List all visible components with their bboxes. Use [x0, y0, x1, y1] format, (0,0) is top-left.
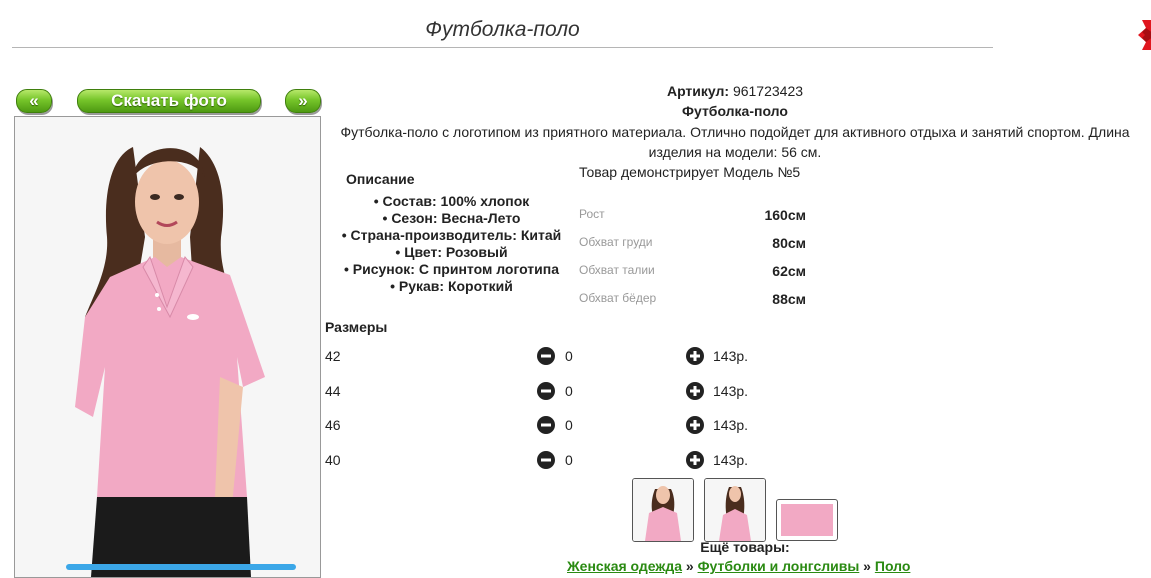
title-divider: [12, 47, 993, 48]
size-label: 42: [325, 348, 341, 364]
crumb-tshirts-longsleeves[interactable]: Футболки и лонгсливы: [698, 558, 860, 574]
minus-circle-icon[interactable]: [537, 382, 555, 400]
prev-photo-button[interactable]: «: [16, 89, 52, 113]
detail-item: • Цвет: Розовый: [395, 244, 508, 260]
more-products-title: Ещё товары:: [700, 539, 790, 555]
thumbnail-image: [633, 479, 693, 541]
crumb-polo[interactable]: Поло: [875, 558, 911, 574]
quantity-value: 0: [565, 452, 573, 468]
page-title: Футболка-поло: [425, 18, 580, 41]
minus-circle-icon[interactable]: [537, 347, 555, 365]
size-price: 143р.: [713, 383, 749, 399]
detail-item: • Страна-производитель: Китай: [341, 227, 562, 243]
color-swatch-thumbnail[interactable]: [776, 499, 838, 541]
photo-thumbnail[interactable]: [704, 478, 766, 542]
measure-label-height: Рост: [579, 207, 605, 221]
quantity-value: 0: [565, 417, 573, 433]
product-description: Футболка-поло с логотипом из приятного м…: [340, 124, 1130, 160]
measure-label-hips: Обхват бёдер: [579, 291, 657, 305]
crumb-womens-clothing[interactable]: Женская одежда: [567, 558, 682, 574]
pink-swatch: [781, 504, 833, 536]
quantity-value: 0: [565, 383, 573, 399]
quantity-value: 0: [565, 348, 573, 364]
size-label: 44: [325, 383, 341, 399]
plus-circle-icon[interactable]: [686, 382, 704, 400]
measure-value-waist: 62см: [772, 263, 806, 279]
detail-item: • Рисунок: С принтом логотипа: [343, 261, 560, 277]
close-button[interactable]: [1136, 20, 1151, 50]
size-price: 143р.: [713, 348, 749, 364]
model-photo-illustration: [15, 117, 320, 577]
measure-label-waist: Обхват талии: [579, 263, 655, 277]
category-breadcrumb: Женская одежда » Футболки и лонгсливы » …: [567, 558, 910, 574]
size-price: 143р.: [713, 417, 749, 433]
model-caption: Товар демонстрирует Модель №5: [579, 164, 801, 180]
crumb-separator: »: [859, 558, 875, 574]
sku-label: Артикул:: [666, 83, 730, 99]
details-heading: Описание: [346, 171, 415, 187]
sizes-heading: Размеры: [325, 319, 388, 335]
download-photo-button[interactable]: Скачать фото: [77, 89, 261, 113]
plus-circle-icon[interactable]: [686, 451, 704, 469]
detail-item: • Состав: 100% хлопок: [373, 193, 530, 209]
minus-circle-icon[interactable]: [537, 416, 555, 434]
product-photo[interactable]: [14, 116, 321, 578]
size-label: 46: [325, 417, 341, 433]
product-name: Футболка-поло: [682, 103, 788, 119]
measure-value-hips: 88см: [772, 291, 806, 307]
crumb-separator: »: [682, 558, 698, 574]
sku-value: 961723423: [732, 83, 804, 99]
measure-value-height: 160см: [764, 207, 806, 223]
measure-value-chest: 80см: [772, 235, 806, 251]
thumbnail-image: [705, 479, 765, 541]
measure-label-chest: Обхват груди: [579, 235, 653, 249]
sku-line: Артикул: 961723423: [575, 83, 895, 99]
plus-circle-icon[interactable]: [686, 416, 704, 434]
plus-circle-icon[interactable]: [686, 347, 704, 365]
size-price: 143р.: [713, 452, 749, 468]
detail-item: • Сезон: Весна-Лето: [382, 210, 521, 226]
close-icon: [1138, 20, 1151, 50]
minus-circle-icon[interactable]: [537, 451, 555, 469]
detail-item: • Рукав: Короткий: [390, 278, 513, 294]
next-photo-button[interactable]: »: [285, 89, 321, 113]
details-list: • Состав: 100% хлопок • Сезон: Весна-Лет…: [324, 193, 579, 295]
photo-caption-bar: [66, 564, 296, 570]
photo-thumbnail[interactable]: [632, 478, 694, 542]
size-label: 40: [325, 452, 341, 468]
